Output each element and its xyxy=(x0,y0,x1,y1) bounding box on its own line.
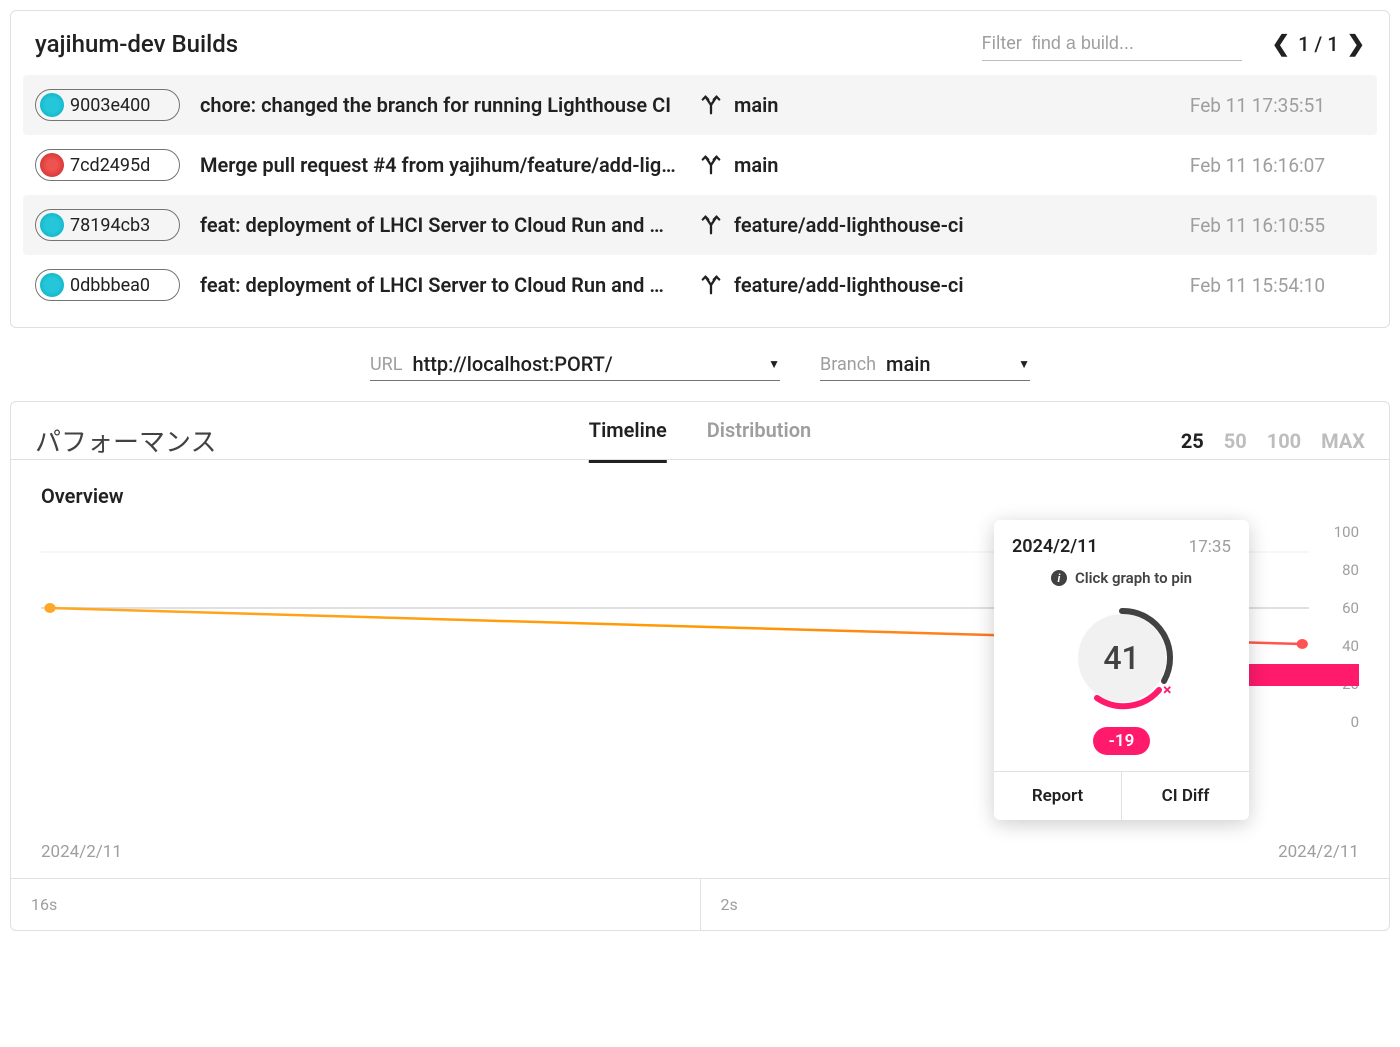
branch-column: feature/add-lighthouse-ci xyxy=(700,213,990,237)
perf-tabs: Timeline Distribution xyxy=(589,418,811,463)
range-option-max[interactable]: MAX xyxy=(1321,429,1365,453)
x-axis: 2024/2/11 2024/2/11 xyxy=(41,842,1359,862)
x-tick-right: 2024/2/11 xyxy=(1278,842,1359,862)
metrics-row: 16s 2s xyxy=(11,878,1389,930)
avatar-icon xyxy=(40,153,64,177)
y-tick: 60 xyxy=(1342,599,1359,617)
branch-value: main xyxy=(886,352,1008,376)
score-gauge: × 41 xyxy=(1067,603,1177,713)
build-timestamp: Feb 11 15:54:10 xyxy=(1010,274,1365,297)
score-value: 41 xyxy=(1067,603,1177,713)
performance-panel: パフォーマンス Timeline Distribution 25 50 100 MAX… xyxy=(10,401,1390,931)
builds-panel: yajihum-dev Builds Filter ❮ 1 / 1 ❯ 9003… xyxy=(10,10,1390,328)
commit-hash: 78194cb3 xyxy=(70,215,150,236)
delta-badge: -19 xyxy=(1093,727,1151,755)
pager-next-icon[interactable]: ❯ xyxy=(1347,32,1365,57)
builds-header: yajihum-dev Builds Filter ❮ 1 / 1 ❯ xyxy=(11,11,1389,69)
commit-badge: 0dbbbea0 xyxy=(35,269,180,301)
perf-title: パフォーマンス xyxy=(35,422,216,459)
build-row[interactable]: 78194cb3 feat: deployment of LHCI Server … xyxy=(23,195,1377,255)
branch-name: main xyxy=(734,153,778,177)
y-tick: 80 xyxy=(1342,561,1359,579)
tooltip-hint: i Click graph to pin xyxy=(994,565,1249,599)
build-timestamp: Feb 11 17:35:51 xyxy=(1010,94,1365,117)
branch-caret-icon[interactable]: ▼ xyxy=(1018,357,1030,371)
range-option-100[interactable]: 100 xyxy=(1267,429,1301,453)
branch-icon xyxy=(700,274,722,296)
branch-label: Branch xyxy=(820,354,876,375)
report-button[interactable]: Report xyxy=(994,772,1122,820)
build-row[interactable]: 7cd2495d Merge pull request #4 from yajih… xyxy=(23,135,1377,195)
overview-chart[interactable]: 100 80 60 40 20 0 2024/2/11 17:35 i xyxy=(41,532,1359,762)
ci-diff-button[interactable]: CI Diff xyxy=(1122,772,1249,820)
filter-label: Filter xyxy=(982,33,1022,54)
branch-name: feature/add-lighthouse-ci xyxy=(734,273,964,297)
range-option-25[interactable]: 25 xyxy=(1181,429,1204,453)
x-tick-left: 2024/2/11 xyxy=(41,842,122,862)
metric-right: 2s xyxy=(701,879,1390,930)
commit-hash: 9003e400 xyxy=(70,95,150,116)
pager: ❮ 1 / 1 ❯ xyxy=(1272,32,1365,57)
y-axis: 100 80 60 40 20 0 xyxy=(1309,532,1359,722)
branch-column: main xyxy=(700,93,990,117)
tooltip-date: 2024/2/11 xyxy=(1012,536,1098,557)
branch-name: feature/add-lighthouse-ci xyxy=(734,213,964,237)
y-tick: 100 xyxy=(1334,523,1359,541)
build-list: 9003e400 chore: changed the branch for ru… xyxy=(11,69,1389,327)
pager-position: 1 / 1 xyxy=(1298,32,1338,56)
y-tick: 0 xyxy=(1351,713,1359,731)
commit-message: Merge pull request #4 from yajihum/featu… xyxy=(200,153,680,177)
tooltip-hint-text: Click graph to pin xyxy=(1075,569,1192,587)
avatar-icon xyxy=(40,93,64,117)
branch-selector[interactable]: Branch main ▼ xyxy=(820,348,1030,381)
overview-section: Overview xyxy=(11,460,1389,878)
branch-name: main xyxy=(734,93,778,117)
range-option-50[interactable]: 50 xyxy=(1224,429,1247,453)
commit-hash: 0dbbbea0 xyxy=(70,275,150,296)
branch-icon xyxy=(700,214,722,236)
branch-icon xyxy=(700,94,722,116)
build-row[interactable]: 0dbbbea0 feat: deployment of LHCI Server … xyxy=(23,255,1377,315)
tab-timeline[interactable]: Timeline xyxy=(589,418,667,463)
url-value: http://localhost:PORT/ xyxy=(412,352,758,376)
range-selector: 25 50 100 MAX xyxy=(1181,429,1365,453)
tooltip-time: 17:35 xyxy=(1189,537,1231,557)
branch-icon xyxy=(700,154,722,176)
selectors-row: URL http://localhost:PORT/ ▼ Branch main… xyxy=(10,328,1390,391)
avatar-icon xyxy=(40,213,64,237)
url-label: URL xyxy=(370,354,402,375)
metric-left: 16s xyxy=(11,879,701,930)
commit-badge: 78194cb3 xyxy=(35,209,180,241)
commit-message: feat: deployment of LHCI Server to Cloud… xyxy=(200,273,680,297)
url-caret-icon[interactable]: ▼ xyxy=(768,357,780,371)
tab-distribution[interactable]: Distribution xyxy=(707,418,811,463)
commit-message: feat: deployment of LHCI Server to Cloud… xyxy=(200,213,680,237)
build-row[interactable]: 9003e400 chore: changed the branch for ru… xyxy=(23,75,1377,135)
commit-badge: 9003e400 xyxy=(35,89,180,121)
commit-badge: 7cd2495d xyxy=(35,149,180,181)
perf-header: パフォーマンス Timeline Distribution 25 50 100 MAX xyxy=(11,402,1389,460)
avatar-icon xyxy=(40,273,64,297)
chart-tooltip: 2024/2/11 17:35 i Click graph to pin xyxy=(994,520,1249,820)
y-tick: 40 xyxy=(1342,637,1359,655)
branch-column: main xyxy=(700,153,990,177)
commit-hash: 7cd2495d xyxy=(70,155,150,176)
commit-message: chore: changed the branch for running Li… xyxy=(200,93,680,117)
info-icon: i xyxy=(1051,570,1067,586)
builds-title: yajihum-dev Builds xyxy=(35,30,982,58)
filter-field[interactable]: Filter xyxy=(982,27,1242,61)
filter-input[interactable] xyxy=(1032,27,1192,60)
build-timestamp: Feb 11 16:16:07 xyxy=(1010,154,1365,177)
url-selector[interactable]: URL http://localhost:PORT/ ▼ xyxy=(370,348,780,381)
overview-title: Overview xyxy=(41,484,1359,508)
branch-column: feature/add-lighthouse-ci xyxy=(700,273,990,297)
build-timestamp: Feb 11 16:10:55 xyxy=(1010,214,1365,237)
pager-prev-icon[interactable]: ❮ xyxy=(1272,32,1290,57)
